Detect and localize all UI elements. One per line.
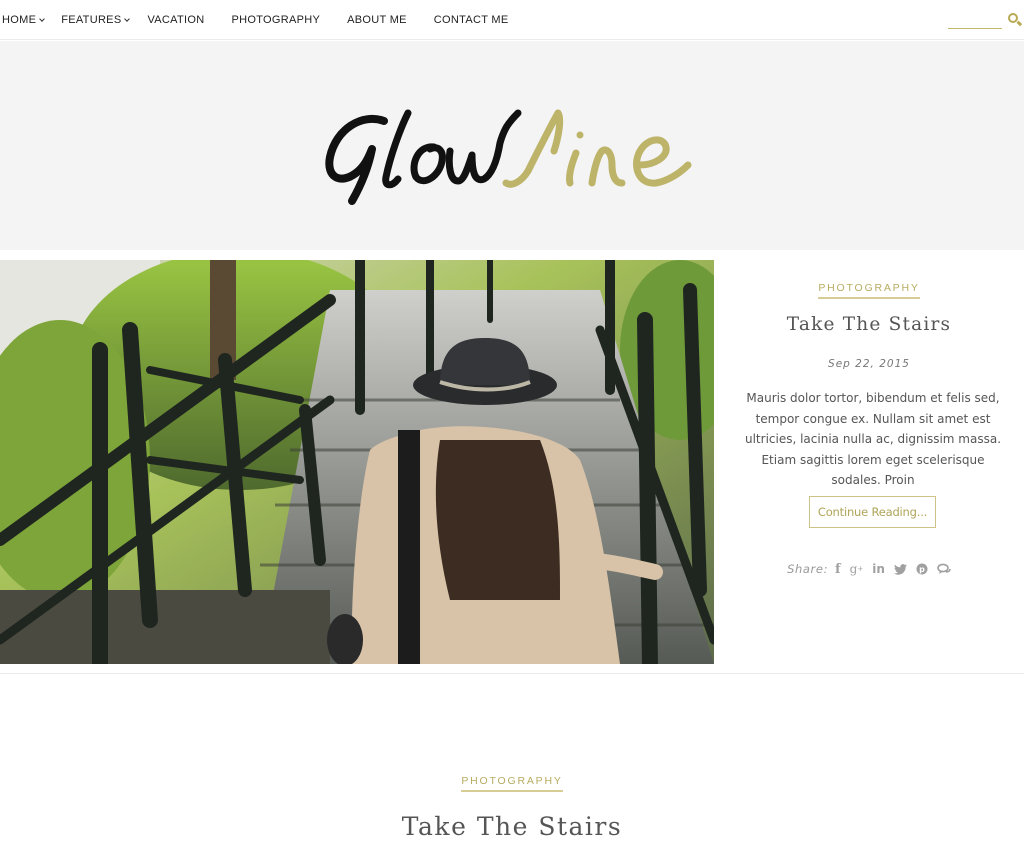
chevron-down-icon xyxy=(39,15,46,22)
top-navigation: HOME FEATURES VACATION PHOTOGRAPHY ABOUT… xyxy=(0,0,1024,40)
logo-letter-i xyxy=(566,149,580,187)
nav-item-label: ABOUT ME xyxy=(347,14,407,26)
nav-item-label: HOME xyxy=(2,14,37,26)
post-title[interactable]: Take The Stairs xyxy=(0,812,1024,841)
pinterest-icon[interactable]: p xyxy=(916,563,928,575)
logo-letter-g xyxy=(325,114,388,205)
comments-icon[interactable] xyxy=(937,563,951,575)
nav-item-about-me[interactable]: ABOUT ME xyxy=(347,14,407,26)
nav-item-photography[interactable]: PHOTOGRAPHY xyxy=(231,14,320,26)
google-plus-icon[interactable]: g + xyxy=(850,563,864,575)
logo-letter-e xyxy=(633,136,692,187)
featured-post-summary: PHOTOGRAPHY Take The Stairs Sep 22, 2015… xyxy=(714,260,1024,664)
category-link[interactable]: PHOTOGRAPHY xyxy=(461,775,563,792)
nav-item-label: FEATURES xyxy=(61,14,122,26)
nav-item-home[interactable]: HOME xyxy=(2,14,46,26)
post-category: PHOTOGRAPHY xyxy=(0,771,1024,792)
continue-reading-button[interactable]: Continue Reading... xyxy=(809,496,936,528)
nav-item-contact-me[interactable]: CONTACT ME xyxy=(434,14,509,26)
nav-item-features[interactable]: FEATURES xyxy=(61,14,131,26)
masthead xyxy=(0,41,1024,250)
share-label: Share: xyxy=(787,562,829,576)
post-title[interactable]: Take The Stairs xyxy=(714,314,1024,335)
section-divider xyxy=(0,673,1024,674)
nav-item-vacation[interactable]: VACATION xyxy=(147,14,204,26)
nav-item-label: CONTACT ME xyxy=(433,14,509,26)
twitter-icon[interactable] xyxy=(893,563,907,575)
post-date: Sep 22, 2015 xyxy=(828,358,910,370)
nav-item-label: VACATION xyxy=(147,14,205,26)
nav-item-label: PHOTOGRAPHY xyxy=(231,14,321,26)
logo-letter-l xyxy=(382,109,412,189)
facebook-icon[interactable]: f xyxy=(835,563,841,576)
chevron-down-icon xyxy=(124,15,131,22)
site-logo[interactable] xyxy=(322,99,702,209)
search-box xyxy=(948,8,1024,30)
share-bar: Share: f g + in p xyxy=(714,562,1024,576)
featured-post-image[interactable] xyxy=(0,260,714,664)
logo-letter-l2 xyxy=(502,109,564,188)
linkedin-icon[interactable]: in xyxy=(872,563,885,575)
svg-text:p: p xyxy=(919,565,925,574)
logo-letter-w xyxy=(445,109,522,185)
main-menu: HOME FEATURES VACATION PHOTOGRAPHY ABOUT… xyxy=(2,0,509,40)
logo-letter-n xyxy=(588,146,626,187)
logo-letter-o xyxy=(410,143,446,185)
post-category: PHOTOGRAPHY xyxy=(714,278,1024,299)
search-input[interactable] xyxy=(948,9,1002,29)
post-excerpt: Mauris dolor tortor, bibendum et felis s… xyxy=(744,391,1002,487)
category-link[interactable]: PHOTOGRAPHY xyxy=(818,282,920,299)
photo-woman-on-stairs xyxy=(0,260,714,664)
search-icon[interactable] xyxy=(1008,11,1024,27)
